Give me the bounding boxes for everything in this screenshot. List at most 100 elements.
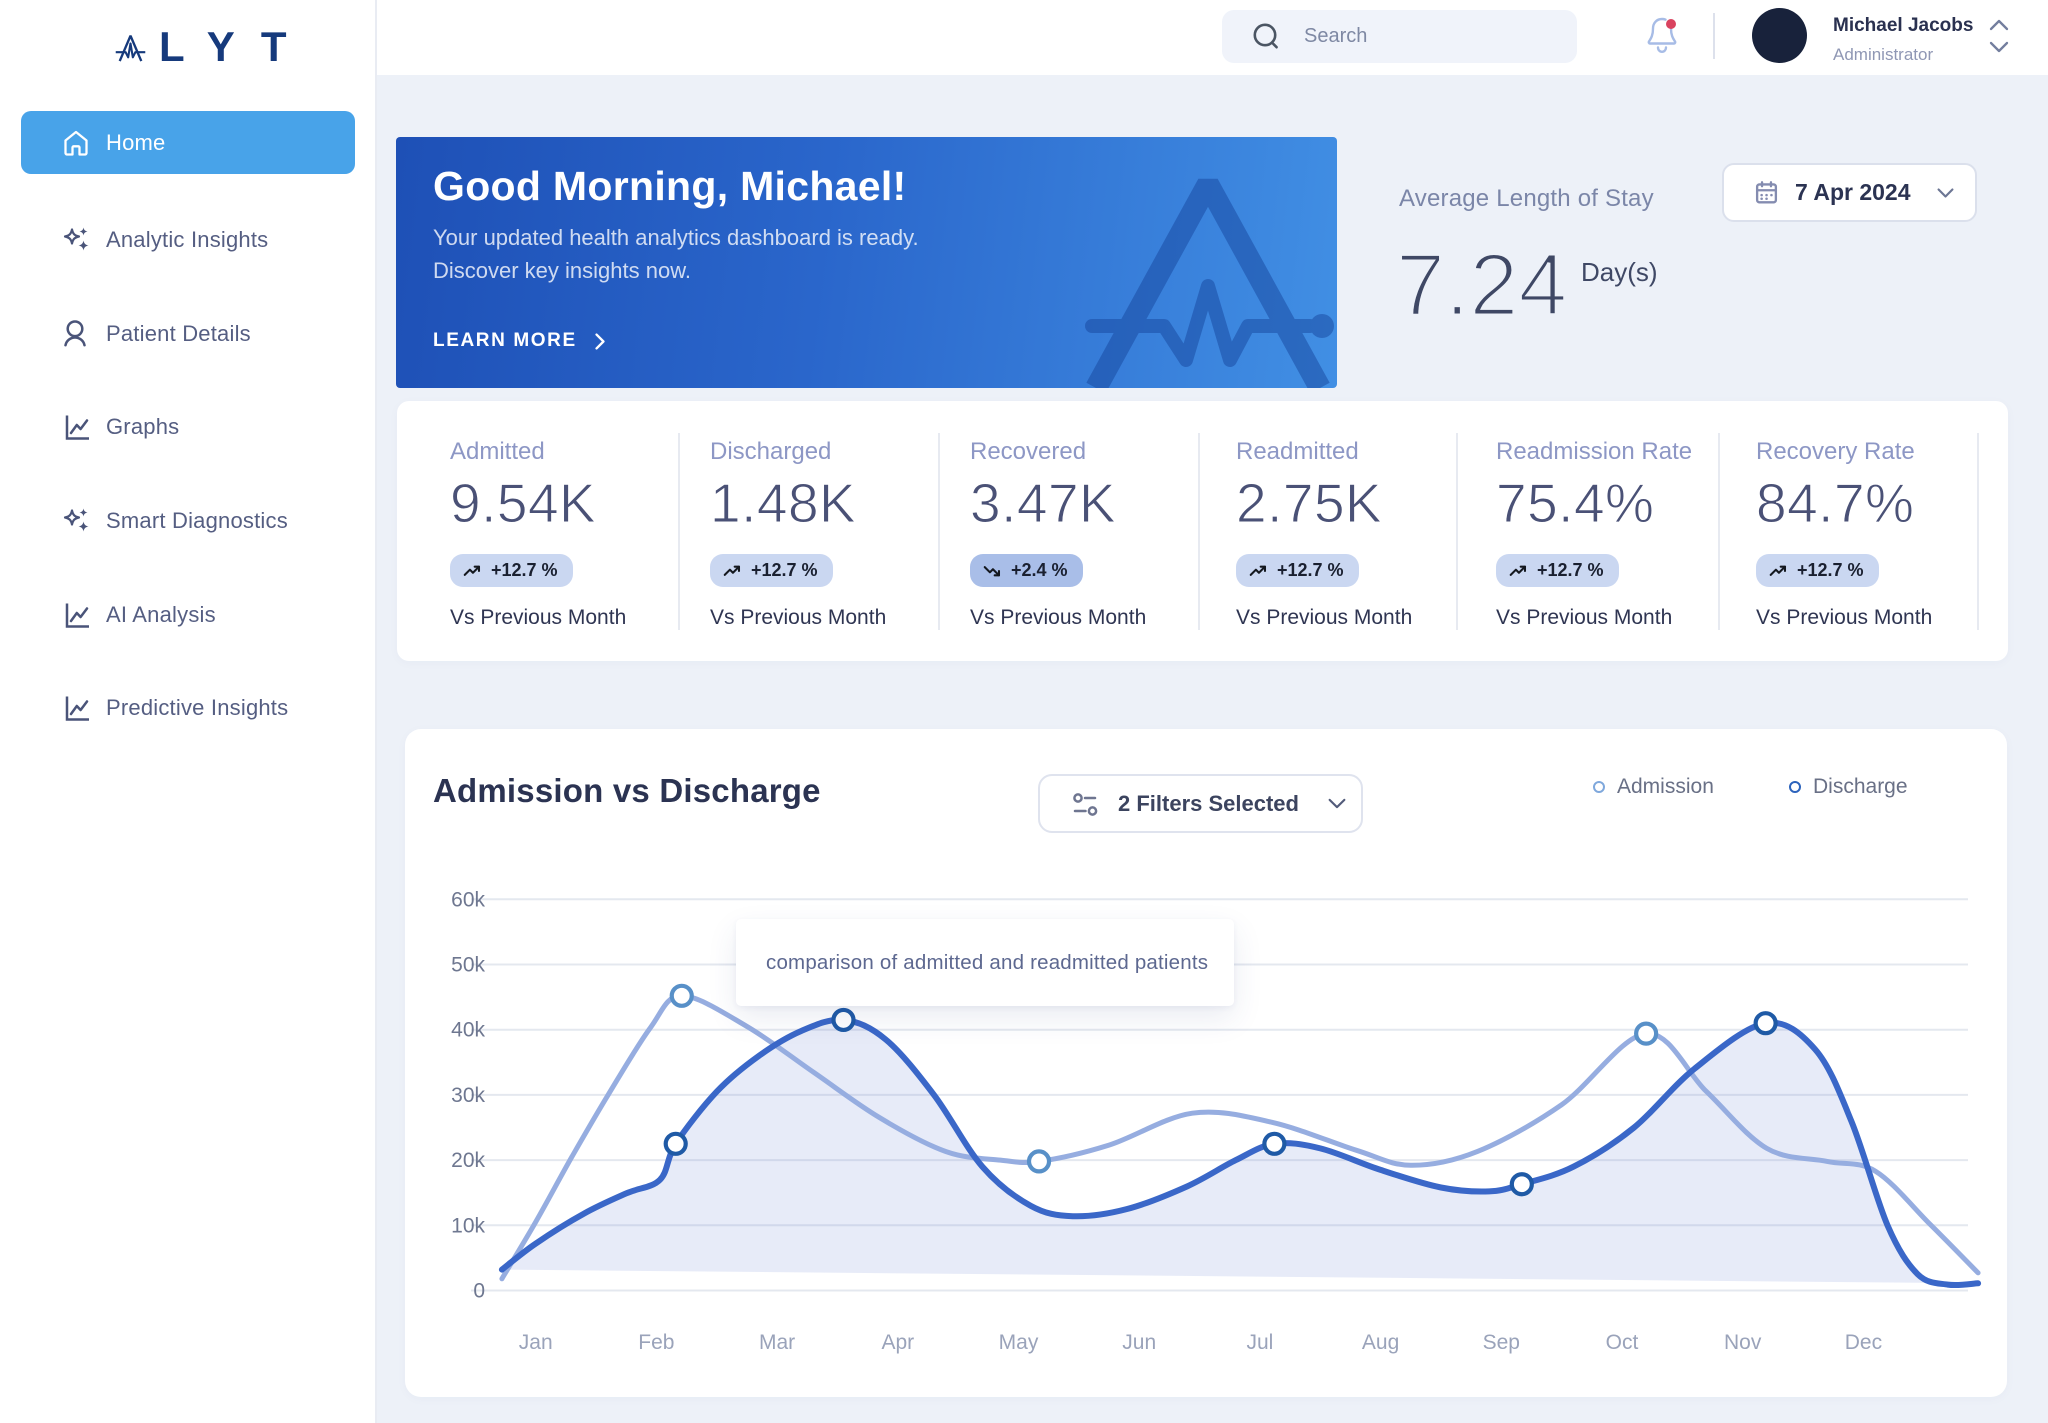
- x-axis-label: Nov: [1724, 1331, 1762, 1354]
- stat-label: Discharged: [710, 438, 832, 465]
- series-marker-discharge[interactable]: [663, 1131, 688, 1156]
- x-axis-label: Mar: [759, 1331, 795, 1354]
- brand-logo-letters: LYT: [159, 23, 313, 70]
- stat-change-badge: +12.7 %: [710, 554, 833, 587]
- series-marker-discharge[interactable]: [1753, 1011, 1778, 1036]
- stat-change-value: +12.7 %: [1537, 560, 1604, 580]
- series-marker-discharge[interactable]: [1509, 1172, 1534, 1197]
- stat-divider: [1977, 433, 1979, 630]
- stats-card: Admitted 9.54K +12.7 % Vs Previous Month Dis…: [397, 401, 2008, 661]
- series-marker-admission[interactable]: [1634, 1021, 1659, 1046]
- sidebar: LYT Home Analytic Insights Patient Details…: [0, 0, 377, 1423]
- search-placeholder: Search: [1304, 25, 1368, 47]
- y-axis-label: 60k: [451, 888, 485, 911]
- stat-value: 1.48K: [709, 472, 857, 535]
- banner-watermark-logo: [1085, 178, 1334, 388]
- y-axis-label: 10k: [451, 1214, 485, 1237]
- stat-vs-label: Vs Previous Month: [1756, 606, 1933, 629]
- x-axis-label: Sep: [1483, 1331, 1520, 1354]
- banner-subtitle: Your updated health analytics dashboard …: [433, 225, 919, 283]
- x-axis-label: Dec: [1845, 1331, 1882, 1354]
- stat-label: Readmission Rate: [1496, 438, 1693, 465]
- trend-up-icon: [1509, 564, 1528, 578]
- line-chart-icon: [60, 411, 92, 443]
- sidebar-item-predictive-insights[interactable]: Predictive Insights: [21, 686, 355, 730]
- stat-value: 3.47K: [969, 472, 1117, 535]
- stat-change-value: +12.7 %: [1277, 560, 1344, 580]
- stat-divider: [1456, 433, 1458, 630]
- stat-label: Recovery Rate: [1756, 438, 1915, 465]
- sparkles-icon: [60, 505, 92, 537]
- trend-down-icon: [983, 564, 1002, 578]
- y-axis-label: 40k: [451, 1019, 485, 1042]
- sidebar-item-smart-diagnostics[interactable]: Smart Diagnostics: [21, 499, 355, 543]
- sidebar-item-patient-details[interactable]: Patient Details: [21, 312, 355, 356]
- trend-up-icon: [1769, 564, 1788, 578]
- avg-stay-value: 7.24: [1394, 234, 1568, 336]
- stat-change-badge: +12.7 %: [1756, 554, 1879, 587]
- stat-vs-label: Vs Previous Month: [1496, 606, 1673, 629]
- y-axis-label: 30k: [451, 1084, 485, 1107]
- y-axis-label: 50k: [451, 954, 485, 977]
- line-chart-icon: [60, 599, 92, 631]
- trend-up-icon: [1249, 564, 1268, 578]
- topbar: Search Michael Jacobs Administrator: [377, 0, 2048, 75]
- series-marker-discharge[interactable]: [1262, 1131, 1287, 1156]
- sidebar-item-label: AI Analysis: [106, 602, 216, 627]
- stat-change-badge: +12.7 %: [1496, 554, 1619, 587]
- avg-stay-unit: Day(s): [1581, 257, 1658, 287]
- x-axis-label: Jul: [1246, 1331, 1273, 1354]
- sparkles-icon: [60, 224, 92, 256]
- series-marker-admission[interactable]: [669, 983, 694, 1008]
- sidebar-item-label: Analytic Insights: [106, 227, 269, 252]
- sidebar-item-label: Predictive Insights: [106, 695, 289, 720]
- x-axis-label: Apr: [881, 1331, 914, 1354]
- series-marker-discharge[interactable]: [831, 1007, 856, 1033]
- user-name: Michael Jacobs: [1833, 15, 1974, 36]
- stat-change-value: +12.7 %: [1797, 560, 1864, 580]
- sidebar-item-graphs[interactable]: Graphs: [21, 405, 355, 449]
- sidebar-item-label: Home: [106, 129, 166, 155]
- series-area-discharge: [501, 1019, 1979, 1286]
- chevron-right-icon: [595, 332, 605, 350]
- trend-up-icon: [463, 564, 482, 578]
- line-chart: 0 10k 20k 30k 40k 50k 60k Jan Feb Mar Apr May Jun Jul…: [451, 888, 1982, 1354]
- stat-vs-label: Vs Previous Month: [1236, 606, 1413, 629]
- stat-vs-label: Vs Previous Month: [710, 606, 887, 629]
- stat-value: 84.7%: [1755, 472, 1915, 535]
- notification-bell[interactable]: [1646, 15, 1678, 57]
- y-axis-label: 0: [473, 1280, 485, 1303]
- sidebar-item-home[interactable]: Home: [21, 111, 355, 174]
- stat-value: 2.75K: [1235, 472, 1383, 535]
- date-picker-button[interactable]: 7 Apr 2024: [1722, 163, 1977, 222]
- stat-change-value: +12.7 %: [751, 560, 818, 580]
- stat-label: Recovered: [970, 438, 1087, 465]
- stat-change-value: +12.7 %: [491, 560, 558, 580]
- sidebar-item-ai-analysis[interactable]: AI Analysis: [21, 593, 355, 637]
- sidebar-item-analytic-insights[interactable]: Analytic Insights: [21, 218, 355, 262]
- x-axis-label: Jan: [519, 1331, 553, 1354]
- stat-divider: [938, 433, 940, 630]
- line-chart-icon: [60, 692, 92, 724]
- sidebar-item-label: Graphs: [106, 414, 180, 439]
- stat-label: Admitted: [450, 438, 545, 465]
- sidebar-item-label: Patient Details: [106, 321, 251, 346]
- x-axis-label: Oct: [1606, 1331, 1639, 1354]
- x-axis-label: May: [999, 1331, 1039, 1354]
- user-menu-toggle[interactable]: [1988, 16, 2010, 61]
- brand-logo-icon: [115, 35, 146, 62]
- topbar-divider: [1713, 13, 1715, 59]
- banner-title: Good Morning, Michael!: [433, 163, 907, 209]
- search-icon: [1253, 23, 1278, 48]
- home-icon: [60, 127, 92, 159]
- trend-up-icon: [723, 564, 742, 578]
- stat-value: 9.54K: [449, 472, 597, 535]
- person-icon: [60, 318, 92, 350]
- date-picker-value: 7 Apr 2024: [1795, 179, 1911, 205]
- chevron-up-down-icon: [1989, 19, 2009, 53]
- avatar[interactable]: [1752, 8, 1807, 63]
- search-input[interactable]: Search: [1222, 10, 1577, 63]
- series-marker-admission[interactable]: [1026, 1149, 1052, 1174]
- learn-more-button[interactable]: LEARN MORE: [433, 330, 605, 352]
- chart-tooltip: comparison of admitted and readmitted pa…: [736, 919, 1234, 1006]
